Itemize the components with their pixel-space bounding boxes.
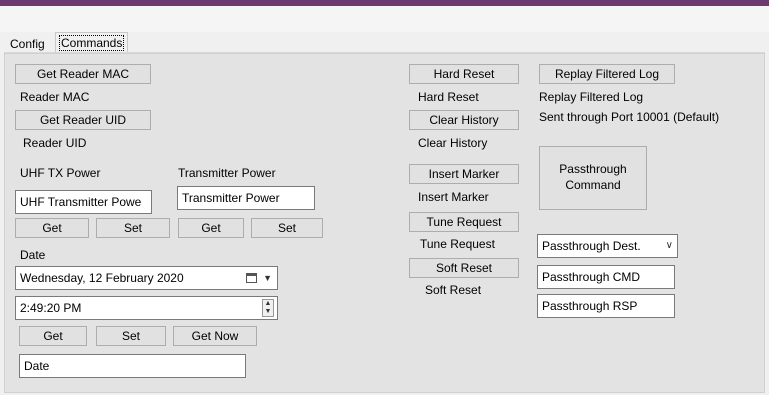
tab-config[interactable]: Config <box>6 34 49 54</box>
insert-marker-label: Insert Marker <box>418 190 489 204</box>
time-picker[interactable]: 2:49:20 PM ▲ ▼ <box>15 296 278 320</box>
uhf-tx-power-label: UHF TX Power <box>20 166 101 180</box>
date-text-field[interactable]: Date <box>19 354 246 378</box>
soft-reset-label: Soft Reset <box>425 283 482 297</box>
date-set-button[interactable]: Set <box>96 326 166 346</box>
transmitter-set-button[interactable]: Set <box>251 218 323 238</box>
window-header-area <box>0 6 769 32</box>
tune-request-button[interactable]: Tune Request <box>409 212 519 232</box>
date-label: Date <box>20 248 46 262</box>
uhf-get-button[interactable]: Get <box>15 218 89 238</box>
clear-history-label: Clear History <box>418 136 488 150</box>
clear-history-button[interactable]: Clear History <box>409 110 519 130</box>
date-get-button[interactable]: Get <box>19 326 87 346</box>
hard-reset-button[interactable]: Hard Reset <box>409 64 519 84</box>
date-picker[interactable]: Wednesday, 12 February 2020 ▼ <box>15 266 278 290</box>
passthrough-command-line1: Passthrough <box>559 162 627 176</box>
transmitter-get-button[interactable]: Get <box>178 218 244 238</box>
sent-through-port-label: Sent through Port 10001 (Default) <box>539 110 720 124</box>
soft-reset-button[interactable]: Soft Reset <box>409 258 519 278</box>
passthrough-dest-select[interactable]: Passthrough Dest. ∨ <box>537 234 678 258</box>
passthrough-command-button[interactable]: Passthrough Command <box>539 146 647 210</box>
chevron-down-icon[interactable]: ∨ <box>666 235 673 257</box>
get-now-button[interactable]: Get Now <box>173 326 257 346</box>
passthrough-rsp-field[interactable]: Passthrough RSP <box>537 294 675 318</box>
get-reader-uid-button[interactable]: Get Reader UID <box>15 110 151 130</box>
spinner-icon[interactable]: ▲ ▼ <box>262 299 274 317</box>
commands-panel: Get Reader MAC Reader MAC Get Reader UID… <box>4 53 765 393</box>
transmitter-power-label: Transmitter Power <box>178 166 276 180</box>
time-picker-value: 2:49:20 PM <box>20 301 82 315</box>
calendar-icon[interactable] <box>246 273 257 283</box>
date-picker-value: Wednesday, 12 February 2020 <box>20 271 184 285</box>
uhf-set-button[interactable]: Set <box>96 218 170 238</box>
replay-filtered-log-button[interactable]: Replay Filtered Log <box>539 64 675 84</box>
tab-commands-label: Commands <box>58 35 125 51</box>
chevron-down-icon[interactable]: ▼ <box>263 267 272 289</box>
reader-mac-label: Reader MAC <box>20 90 90 104</box>
transmitter-power-field[interactable]: Transmitter Power <box>177 186 315 210</box>
uhf-tx-power-field[interactable]: UHF Transmitter Powe <box>15 190 152 214</box>
tab-commands[interactable]: Commands <box>55 32 129 54</box>
passthrough-dest-value: Passthrough Dest. <box>542 239 641 253</box>
tune-request-label: Tune Request <box>420 237 495 251</box>
insert-marker-button[interactable]: Insert Marker <box>409 164 519 184</box>
passthrough-command-line2: Command <box>565 178 621 192</box>
reader-uid-label: Reader UID <box>23 136 87 150</box>
hard-reset-label: Hard Reset <box>418 90 479 104</box>
get-reader-mac-button[interactable]: Get Reader MAC <box>15 64 151 84</box>
replay-filtered-log-label: Replay Filtered Log <box>539 90 644 104</box>
passthrough-cmd-field[interactable]: Passthrough CMD <box>537 265 675 289</box>
